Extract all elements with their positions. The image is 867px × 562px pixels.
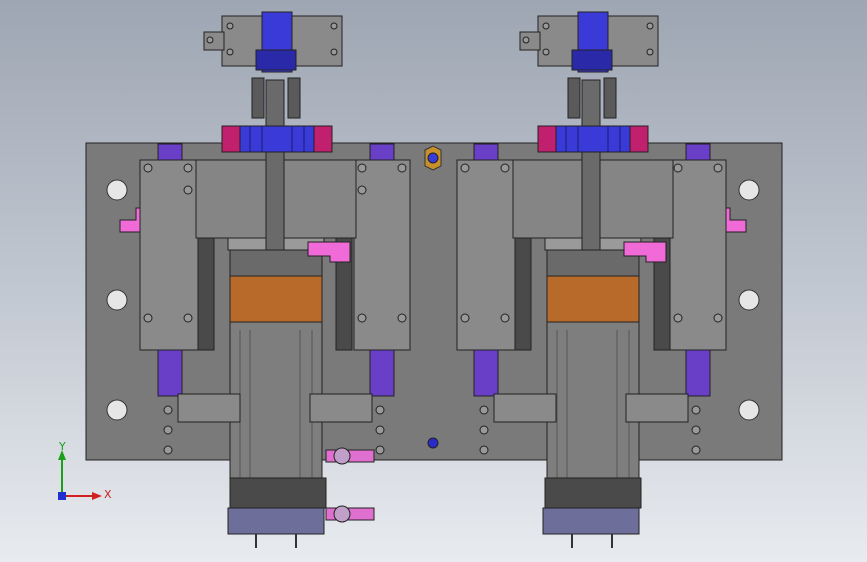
coordinate-triad: Y X (44, 438, 124, 518)
x-axis-arrow (92, 492, 102, 500)
mounting-hole (106, 179, 128, 201)
pneumatic-fitting[interactable] (325, 505, 375, 523)
mounting-hole (738, 179, 760, 201)
hex-nut[interactable] (424, 145, 442, 171)
mounting-hole (106, 289, 128, 311)
cad-viewport[interactable]: Y X (0, 0, 867, 562)
left-unit[interactable] (119, 11, 411, 548)
mounting-hole (738, 289, 760, 311)
y-axis-label: Y (59, 440, 66, 453)
x-axis-label: X (104, 488, 112, 501)
center-blue-dot (427, 437, 439, 449)
mounting-hole (738, 399, 760, 421)
pneumatic-fitting[interactable] (325, 447, 375, 465)
right-unit[interactable] (456, 11, 747, 548)
mounting-hole (106, 399, 128, 421)
assembly-model[interactable] (0, 0, 867, 562)
z-axis-marker (58, 492, 66, 500)
